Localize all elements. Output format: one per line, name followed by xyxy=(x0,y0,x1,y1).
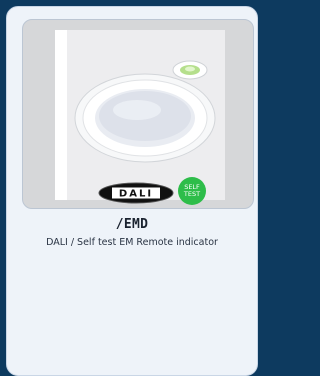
indicator-light xyxy=(172,60,208,80)
product-title: /EMD xyxy=(115,217,149,232)
self-test-label: SELF TEST xyxy=(183,183,201,198)
product-photo xyxy=(55,30,225,200)
dali-logo: DALI xyxy=(98,182,174,204)
downlight-fixture xyxy=(74,73,216,163)
product-subtitle: DALI / Self test EM Remote indicator xyxy=(46,237,218,248)
product-image-frame[interactable]: DALI SELF TEST xyxy=(22,19,254,209)
product-card[interactable]: DALI SELF TEST /EMD DALI / Self test EM … xyxy=(6,6,258,376)
self-test-badge: SELF TEST xyxy=(178,177,206,205)
dali-logo-text: DALI xyxy=(119,189,153,200)
